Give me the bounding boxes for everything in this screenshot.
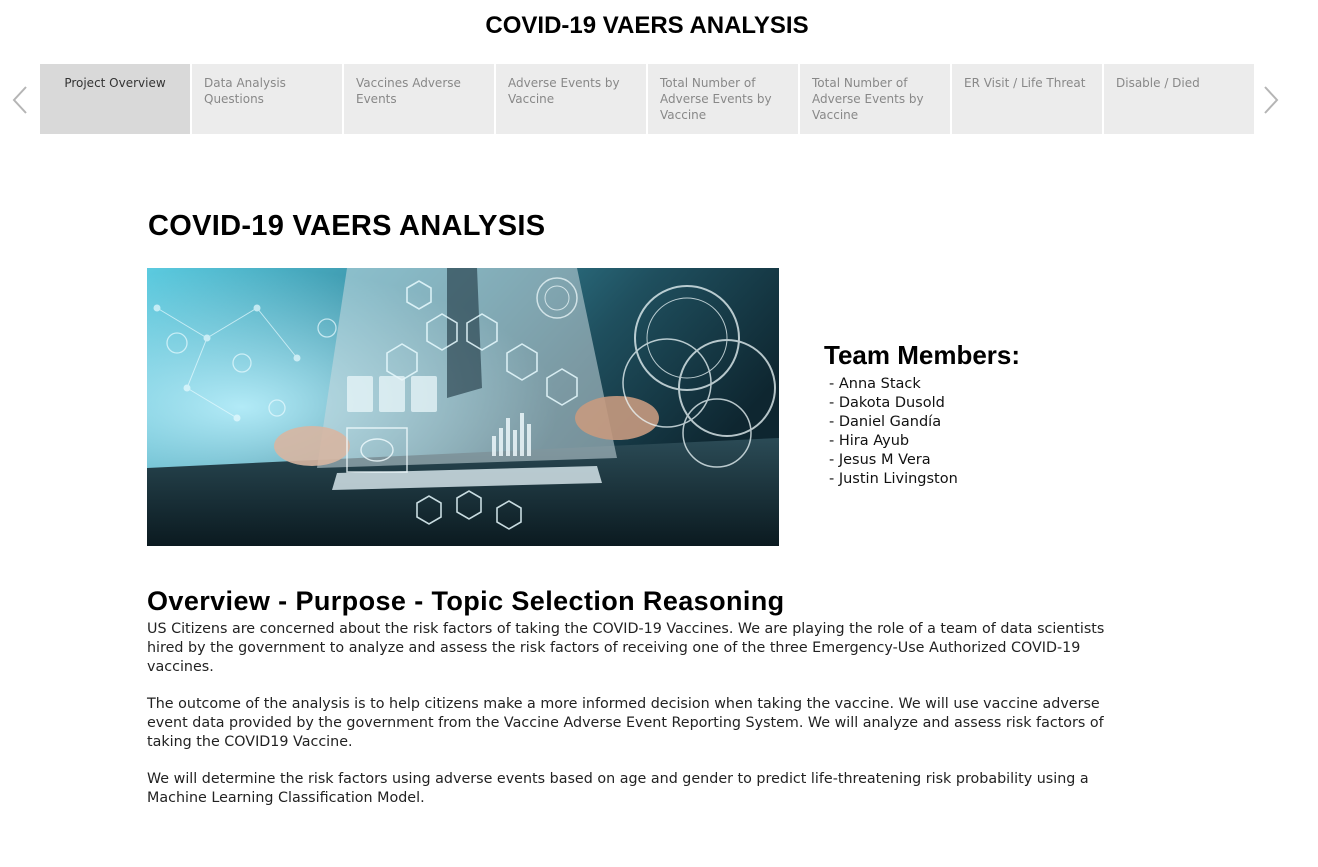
story-tabs: Project Overview Data Analysis Questions…	[40, 64, 1254, 134]
tab-vaccines-adverse-events[interactable]: Vaccines Adverse Events	[344, 64, 494, 134]
tab-disable-died[interactable]: Disable / Died	[1104, 64, 1254, 134]
overview-heading: Overview - Purpose - Topic Selection Rea…	[147, 586, 785, 616]
chevron-left-icon[interactable]	[8, 80, 32, 120]
tab-total-adverse-events-by-vaccine-1[interactable]: Total Number of Adverse Events by Vaccin…	[648, 64, 798, 134]
content-heading: COVID-19 VAERS ANALYSIS	[148, 210, 546, 242]
overview-paragraph: US Citizens are concerned about the risk…	[147, 621, 1105, 675]
team-member: - Hira Ayub	[829, 433, 910, 449]
hero-image	[147, 268, 779, 546]
team-members-title: Team Members:	[824, 340, 1021, 370]
tab-er-visit-life-threat[interactable]: ER Visit / Life Threat	[952, 64, 1102, 134]
team-member: - Anna Stack	[829, 376, 921, 392]
tab-project-overview[interactable]: Project Overview	[40, 64, 190, 134]
overview-paragraph: We will determine the risk factors using…	[147, 771, 1089, 806]
overview-body: US Citizens are concerned about the risk…	[147, 620, 1132, 826]
team-member: - Jesus M Vera	[829, 452, 931, 468]
chevron-right-icon[interactable]	[1259, 80, 1283, 120]
tab-adverse-events-by-vaccine[interactable]: Adverse Events by Vaccine	[496, 64, 646, 134]
team-member: - Dakota Dusold	[829, 395, 945, 411]
team-members-block: Team Members: - Anna Stack - Dakota Duso…	[824, 340, 1020, 489]
team-member: - Justin Livingston	[829, 471, 958, 487]
overview-paragraph: The outcome of the analysis is to help c…	[147, 696, 1104, 750]
team-member: - Daniel Gandía	[829, 414, 942, 430]
tab-total-adverse-events-by-vaccine-2[interactable]: Total Number of Adverse Events by Vaccin…	[800, 64, 950, 134]
tab-data-analysis-questions[interactable]: Data Analysis Questions	[192, 64, 342, 134]
team-members-list: - Anna Stack - Dakota Dusold - Daniel Ga…	[824, 375, 1020, 489]
page-title: COVID-19 VAERS ANALYSIS	[485, 12, 809, 39]
